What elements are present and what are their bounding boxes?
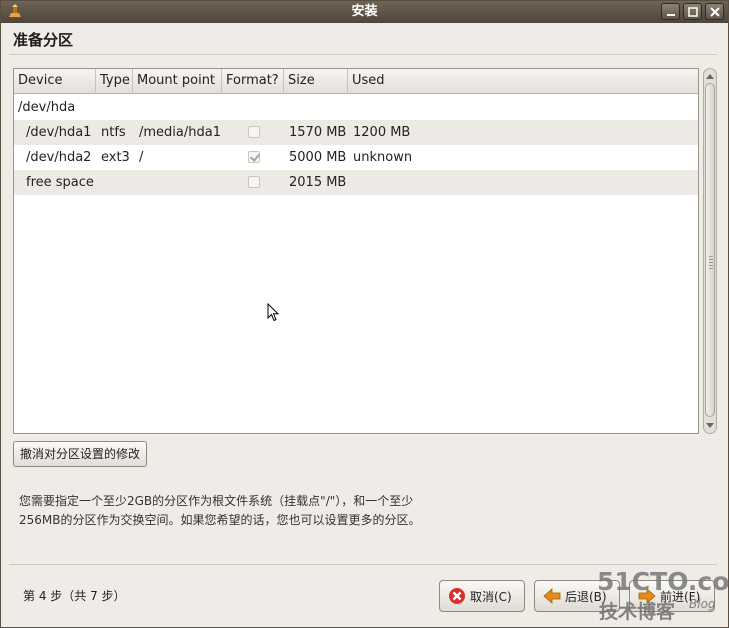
- title-bar[interactable]: 安装: [1, 1, 728, 23]
- cell-device: /dev/hda2: [26, 150, 92, 165]
- close-button[interactable]: [705, 3, 724, 20]
- cell-size: 2015 MB: [289, 175, 347, 190]
- cell-size: 1570 MB: [289, 125, 347, 140]
- undo-partition-changes-button[interactable]: 撤消对分区设置的修改: [13, 441, 148, 467]
- cell-type: ntfs: [101, 125, 126, 140]
- maximize-button[interactable]: [683, 3, 702, 20]
- cell-device: free space: [26, 175, 94, 190]
- page-title: 准备分区: [13, 31, 74, 49]
- mouse-cursor-icon: [267, 303, 280, 322]
- table-scrollbar[interactable]: [703, 68, 717, 434]
- scroll-up-arrow-icon[interactable]: [706, 74, 714, 79]
- scroll-down-arrow-icon[interactable]: [706, 423, 714, 428]
- cell-used: unknown: [353, 150, 413, 165]
- format-checkbox[interactable]: [248, 151, 260, 163]
- minimize-icon: [666, 13, 675, 16]
- table-row[interactable]: /dev/hda: [14, 95, 698, 120]
- column-header-format[interactable]: Format?: [222, 69, 284, 93]
- installer-window: 安装 准备分区 Device Type Mount point Format? …: [0, 0, 729, 628]
- table-row[interactable]: /dev/hda1 ntfs /media/hda1 1570 MB 1200 …: [14, 120, 698, 145]
- scrollbar-thumb[interactable]: [705, 83, 715, 417]
- window-title: 安装: [351, 4, 378, 19]
- cell-used: 1200 MB: [353, 125, 411, 140]
- cell-mount-point: /media/hda1: [139, 125, 221, 140]
- cell-device: /dev/hda1: [26, 125, 92, 140]
- footer-divider: [9, 564, 717, 565]
- back-button[interactable]: 后退(B): [534, 580, 620, 612]
- cancel-button[interactable]: 取消(C): [439, 580, 525, 612]
- minimize-button[interactable]: [661, 3, 680, 20]
- partition-requirement-text: 您需要指定一个至少2GB的分区作为根文件系统（挂载点"/"），和一个至少256M…: [19, 494, 421, 527]
- maximize-icon: [687, 6, 698, 17]
- table-row[interactable]: /dev/hda2 ext3 / 5000 MB unknown: [14, 145, 698, 170]
- arrow-left-icon: [543, 588, 561, 604]
- column-header-device[interactable]: Device: [14, 69, 96, 93]
- close-icon: [709, 6, 720, 17]
- cancel-button-label: 取消(C): [470, 589, 512, 604]
- cell-device: /dev/hda: [18, 100, 76, 115]
- column-header-mount-point[interactable]: Mount point: [133, 69, 222, 93]
- cell-size: 5000 MB: [289, 150, 347, 165]
- cell-mount-point: /: [139, 150, 144, 165]
- cancel-icon: [449, 588, 465, 604]
- partition-table: Device Type Mount point Format? Size Use…: [13, 68, 699, 434]
- grip-icon: [709, 256, 713, 270]
- title-divider: [9, 54, 717, 55]
- forward-button[interactable]: 前进(F): [629, 580, 715, 612]
- format-checkbox[interactable]: [248, 126, 260, 138]
- back-button-label: 后退(B): [565, 589, 607, 604]
- table-row[interactable]: free space 2015 MB: [14, 170, 698, 195]
- arrow-right-icon: [638, 588, 656, 604]
- table-header: Device Type Mount point Format? Size Use…: [14, 69, 698, 94]
- cell-type: ext3: [101, 150, 130, 165]
- forward-button-label: 前进(F): [660, 589, 701, 604]
- column-header-used[interactable]: Used: [348, 69, 698, 93]
- format-checkbox[interactable]: [248, 176, 260, 188]
- installer-icon: [9, 4, 21, 17]
- column-header-size[interactable]: Size: [284, 69, 348, 93]
- column-header-type[interactable]: Type: [96, 69, 133, 93]
- step-indicator: 第 4 步（共 7 步）: [23, 589, 126, 603]
